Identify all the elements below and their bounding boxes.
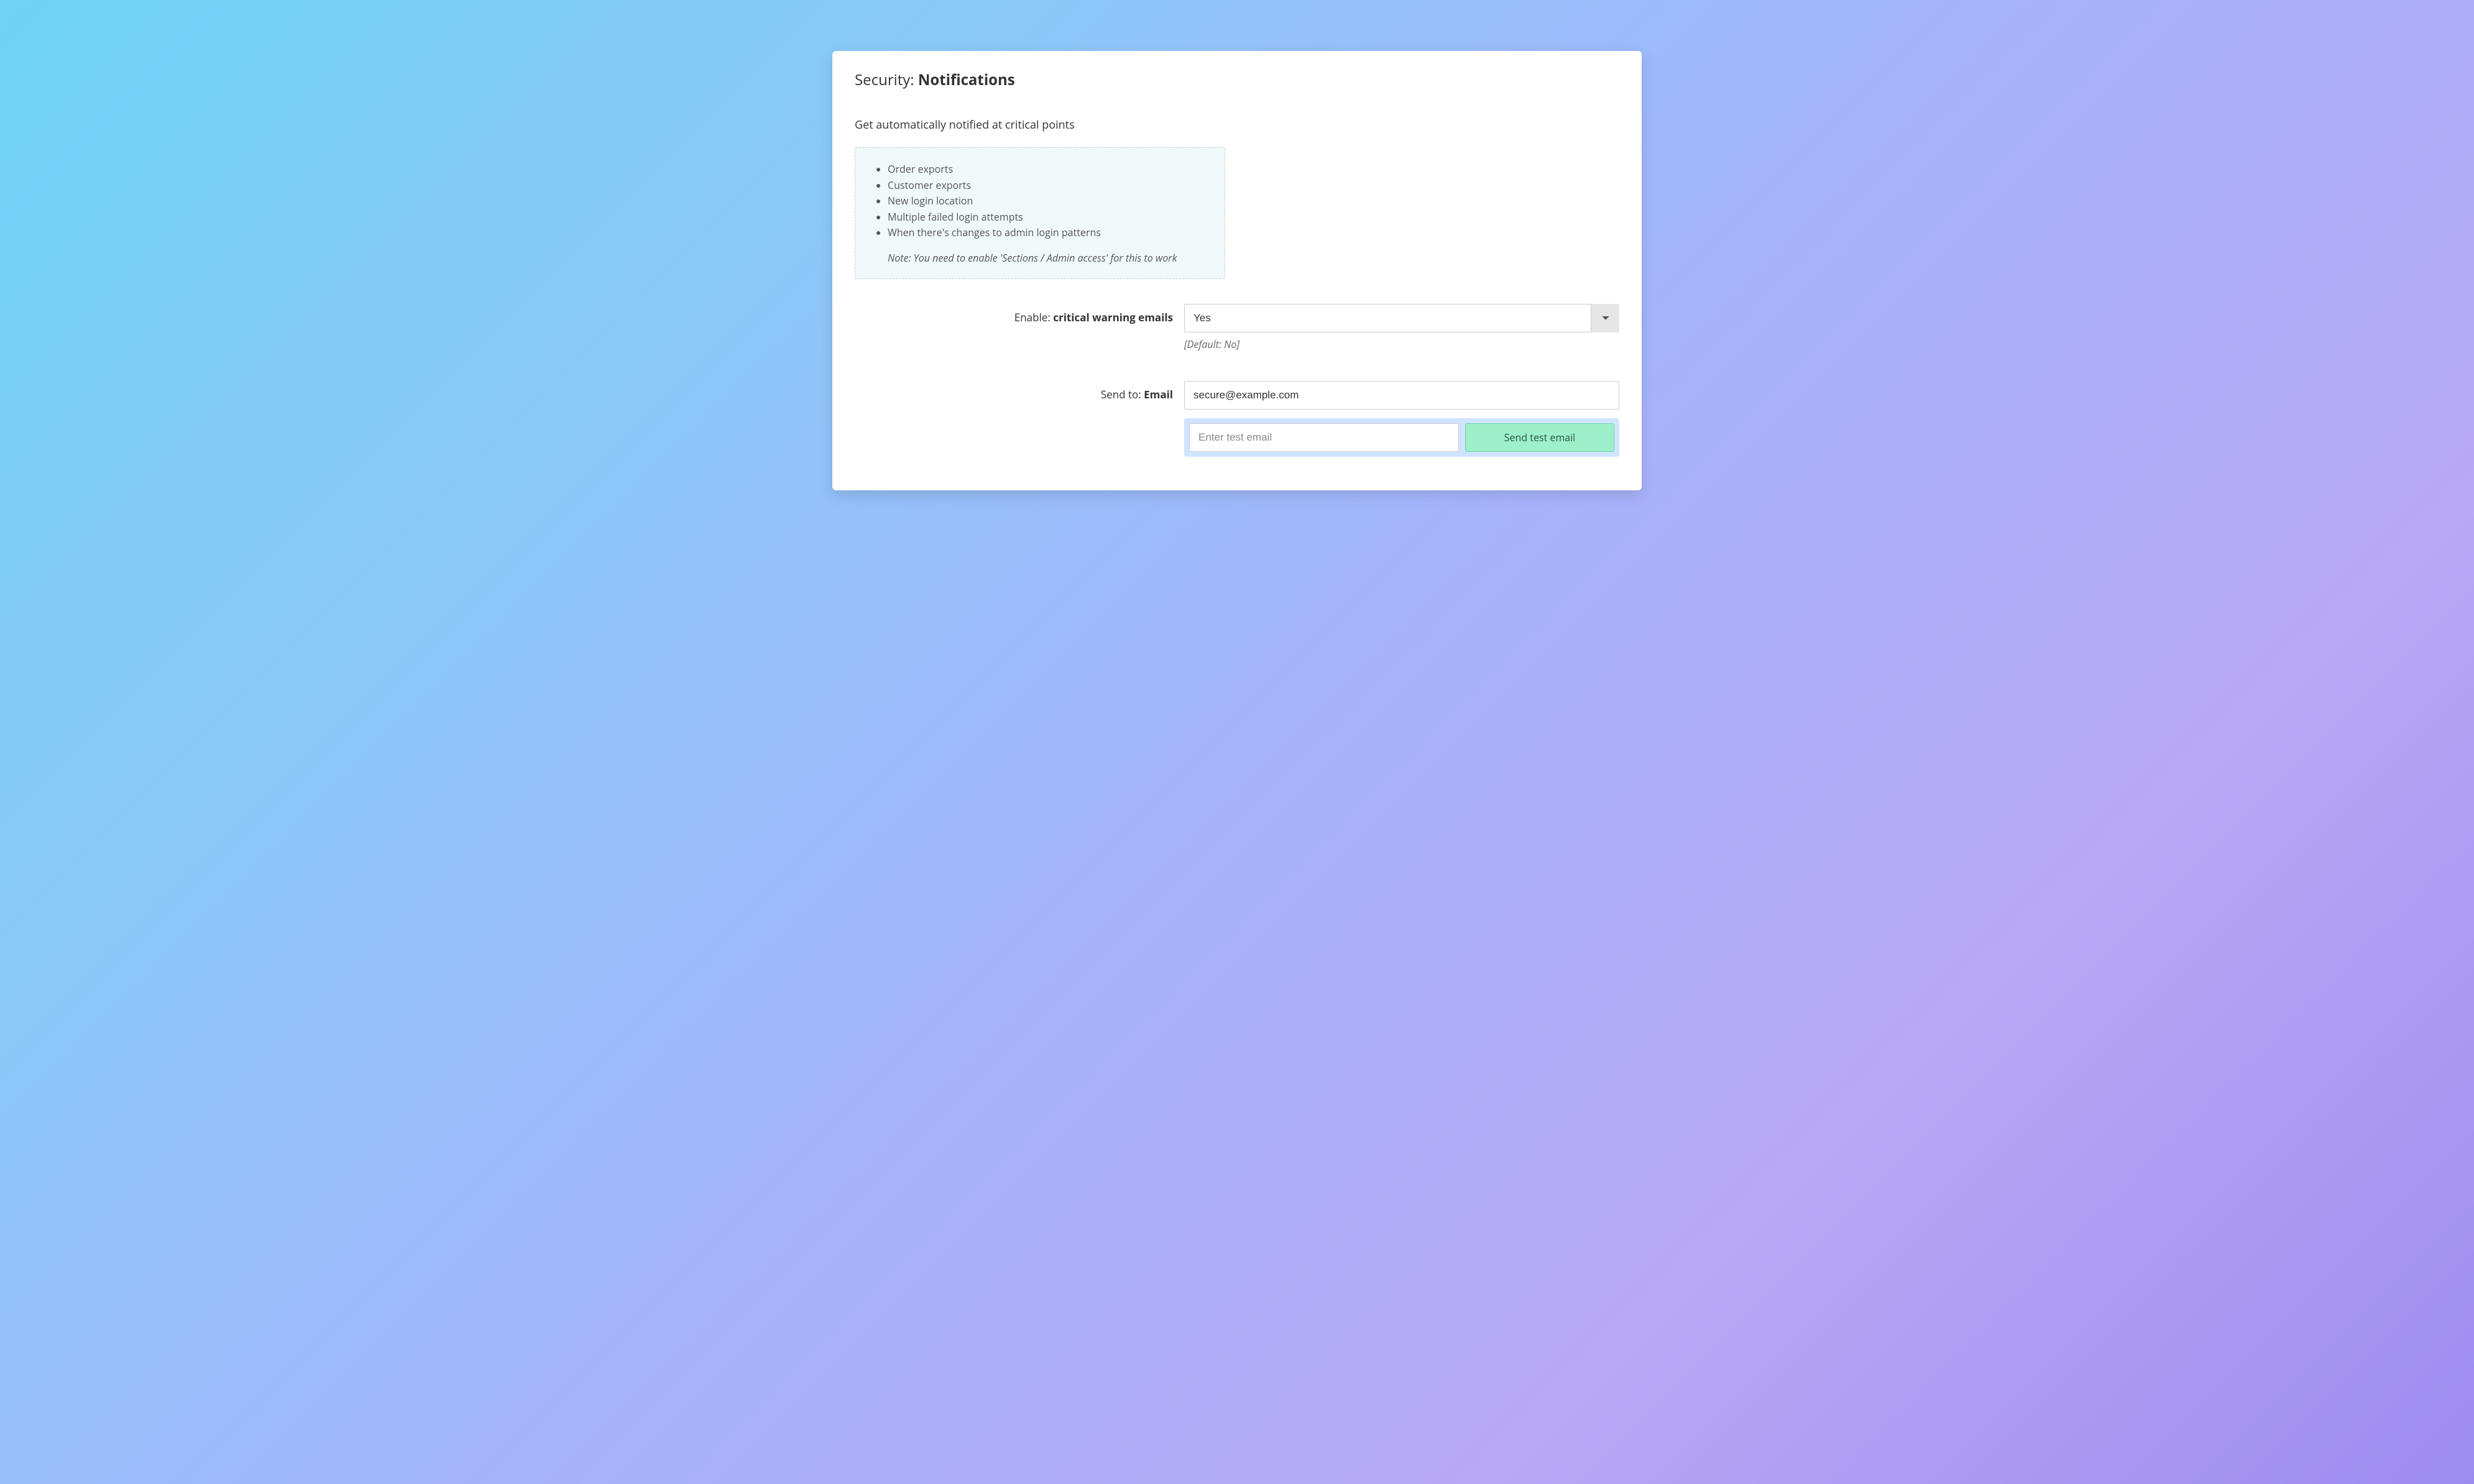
send-test-email-button[interactable]: Send test email bbox=[1465, 423, 1614, 452]
sendto-label-prefix: Send to: bbox=[1101, 387, 1144, 401]
title-prefix: Security: bbox=[855, 70, 918, 90]
enable-label-bold: critical warning emails bbox=[1053, 310, 1173, 324]
settings-card: Security: Notifications Get automaticall… bbox=[832, 51, 1642, 490]
sendto-label-bold: Email bbox=[1144, 387, 1173, 401]
info-item: New login location bbox=[888, 193, 1210, 209]
enable-select-wrapper bbox=[1184, 304, 1619, 332]
title-bold: Notifications bbox=[918, 70, 1015, 90]
enable-label: Enable: critical warning emails bbox=[855, 304, 1184, 324]
test-email-panel: Send test email bbox=[1184, 418, 1619, 457]
info-item: Order exports bbox=[888, 162, 1210, 178]
info-note: Note: You need to enable 'Sections / Adm… bbox=[870, 251, 1210, 265]
page-title: Security: Notifications bbox=[855, 70, 1619, 90]
default-hint: [Default: No] bbox=[1184, 337, 1619, 351]
test-email-input[interactable] bbox=[1189, 423, 1459, 452]
enable-select[interactable] bbox=[1184, 304, 1619, 332]
info-box: Order exports Customer exports New login… bbox=[855, 147, 1225, 279]
info-item: Customer exports bbox=[888, 178, 1210, 194]
section-heading: Get automatically notified at critical p… bbox=[855, 117, 1619, 132]
sendto-label: Send to: Email bbox=[855, 381, 1184, 401]
email-field[interactable] bbox=[1184, 381, 1619, 410]
enable-row: Enable: critical warning emails [Default… bbox=[855, 304, 1619, 351]
info-item: When there's changes to admin login patt… bbox=[888, 225, 1210, 241]
enable-label-prefix: Enable: bbox=[1014, 310, 1053, 324]
info-list: Order exports Customer exports New login… bbox=[870, 162, 1210, 241]
info-item: Multiple failed login attempts bbox=[888, 209, 1210, 226]
sendto-row: Send to: Email Send test email bbox=[855, 381, 1619, 457]
enable-control-area: [Default: No] bbox=[1184, 304, 1619, 351]
sendto-control-area: Send test email bbox=[1184, 381, 1619, 457]
